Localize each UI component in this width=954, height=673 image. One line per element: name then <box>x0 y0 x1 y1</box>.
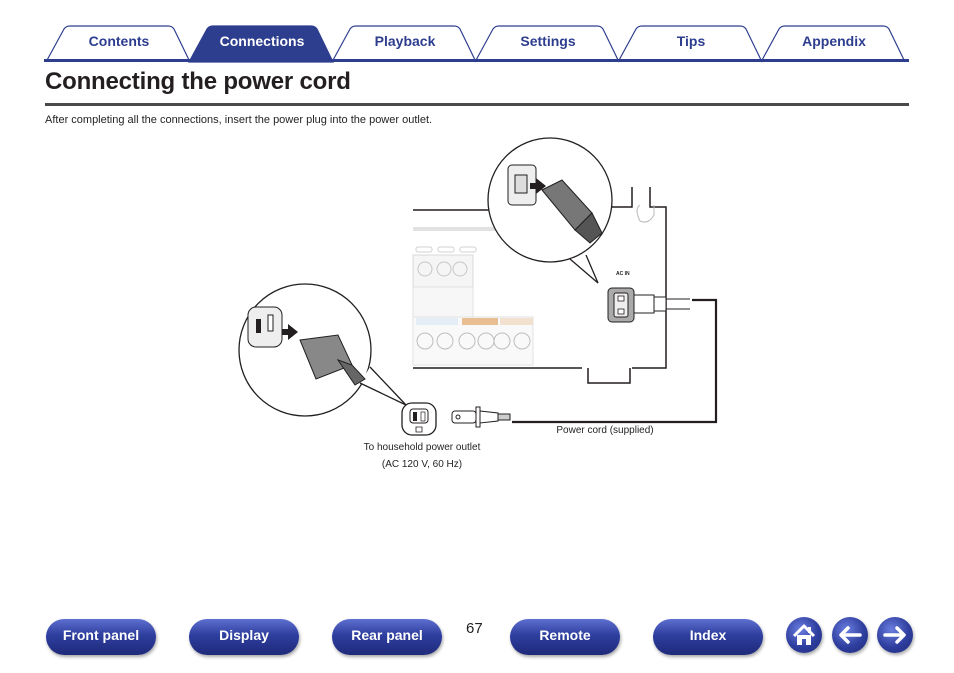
power-cord-diagram: AC IN To household power outlet (AC 120 … <box>230 135 730 480</box>
ac-inlet-callout <box>487 137 613 284</box>
tab-bar: Contents Connections Playback Settings T… <box>44 25 909 63</box>
tab-rule <box>44 59 909 62</box>
tab-settings[interactable]: Settings <box>473 25 623 63</box>
remote-label: Remote <box>539 627 591 643</box>
tab-label: Contents <box>88 33 150 49</box>
page-title: Connecting the power cord <box>45 68 351 95</box>
forward-arrow-icon <box>883 626 906 644</box>
rear-panel-label: Rear panel <box>351 627 423 643</box>
index-button[interactable]: Index <box>653 619 763 655</box>
ac-inlet <box>512 287 718 424</box>
wall-outlet-callout <box>238 283 407 417</box>
power-cord-caption: Power cord (supplied) <box>556 425 654 436</box>
tab-contents[interactable]: Contents <box>44 25 194 63</box>
front-panel-label: Front panel <box>62 627 140 643</box>
home-button[interactable] <box>786 617 822 653</box>
tab-tips[interactable]: Tips <box>616 25 766 63</box>
back-arrow-icon <box>839 626 862 644</box>
display-button[interactable]: Display <box>189 619 299 655</box>
index-label: Index <box>689 627 727 643</box>
tab-label: Playback <box>374 33 436 49</box>
page-number: 67 <box>466 620 483 637</box>
forward-button[interactable] <box>877 617 913 653</box>
tab-playback[interactable]: Playback <box>330 25 480 63</box>
outlet-caption-line2: (AC 120 V, 60 Hz) <box>381 459 463 470</box>
tab-connections[interactable]: Connections <box>187 25 337 63</box>
remote-button[interactable]: Remote <box>510 619 620 655</box>
tab-label: Settings <box>520 33 576 49</box>
supplied-plug <box>451 406 511 428</box>
tab-label: Tips <box>676 33 706 49</box>
tab-label: Connections <box>219 33 305 49</box>
tab-label: Appendix <box>802 33 866 49</box>
front-panel-button[interactable]: Front panel <box>46 619 156 655</box>
back-button[interactable] <box>832 617 868 653</box>
display-label: Display <box>219 627 269 643</box>
tab-appendix[interactable]: Appendix <box>759 25 909 63</box>
household-outlet <box>401 402 437 436</box>
outlet-caption-line1: To household power outlet <box>363 442 481 453</box>
title-divider <box>45 103 909 106</box>
ac-in-label: AC IN <box>616 271 630 277</box>
rear-panel-button[interactable]: Rear panel <box>332 619 442 655</box>
intro-text: After completing all the connections, in… <box>45 114 433 126</box>
home-icon <box>792 624 816 645</box>
